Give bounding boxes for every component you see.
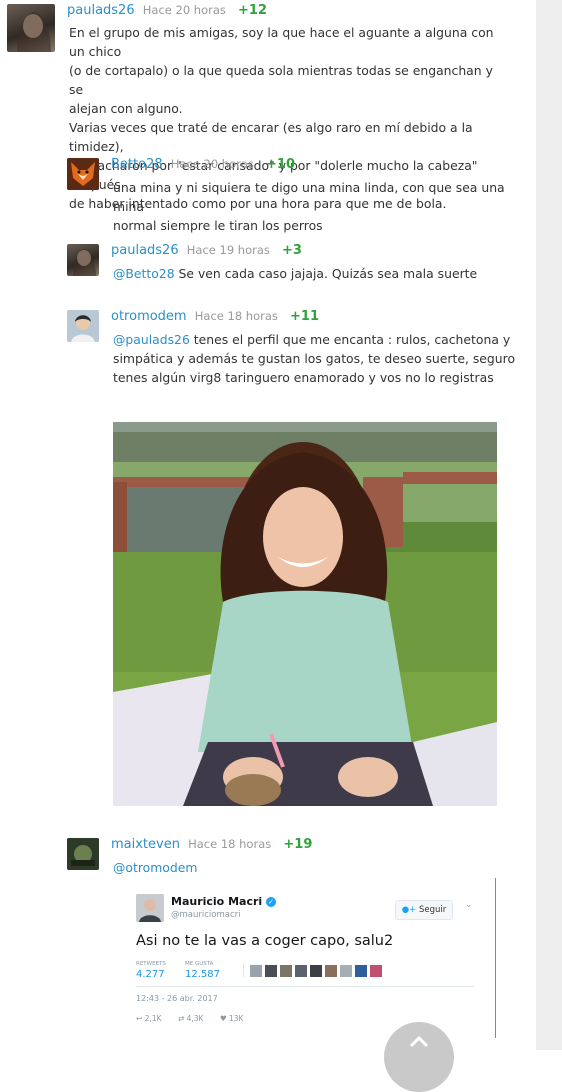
avatar[interactable] [67,158,99,190]
like-heart-icon[interactable]: ♥ [220,1014,227,1023]
comment-line: @paulads26 tenes el perfil que me encant… [113,330,523,349]
photo-girl-in-park [113,422,497,806]
tweet-text: Asi no te la vas a coger capo, salu2 [136,933,394,949]
tweet-retweets-label: RETWEETS [136,961,166,967]
retweet-count: 4,3K [186,1014,204,1023]
comment-line: tenes algún virg8 taringuero enamorado y… [113,370,494,385]
tweet-retweets-count: 4.277 [136,969,165,980]
comment-time: Hace 20 horas [142,3,226,17]
comment-meta: paulads26 Hace 19 horas +3 [111,243,302,258]
vote-count: +12 [238,3,268,18]
avatar-photo-icon [73,249,96,276]
comment-text: Se ven cada caso jajaja. Quizás sea mala… [174,266,478,281]
comment-meta: paulads26 Hace 20 horas +12 [67,3,267,18]
comment-time: Hace 20 horas [170,157,254,171]
comment-time: Hace 18 horas [194,309,278,323]
tweet-handle: @mauriciomacri [171,910,241,920]
comment-line: una mina y ni siquiera te digo una mina … [113,180,505,214]
mention-link[interactable]: @paulads26 [113,332,190,347]
comment-line: simpática y además te gustan los gatos, … [113,351,516,366]
avatar[interactable] [67,244,99,276]
follow-button[interactable]: ●+ Seguir [395,900,453,920]
liker-avatar-icons [250,965,382,977]
avatar[interactable] [67,838,99,870]
avatar-photo-icon [67,310,99,342]
embedded-tweet[interactable]: Mauricio Macri ✓ @mauriciomacri ●+ Segui… [125,878,497,1038]
retweet-icon[interactable]: ⇄ [178,1014,184,1023]
username-link[interactable]: paulads26 [111,243,179,258]
vote-count: +19 [283,837,313,852]
comment-body: @Betto28 Se ven cada caso jajaja. Quizás… [113,264,513,283]
comment-line: En el grupo de mis amigas, soy la que ha… [69,25,494,59]
tweet-menu-chevron-icon[interactable]: ⌄ [465,900,473,910]
comment-meta: otromodem Hace 18 horas +11 [111,309,319,324]
username-link[interactable]: otromodem [111,309,187,324]
verified-icon: ✓ [266,897,277,907]
mention-link[interactable]: @Betto28 [113,266,175,281]
comment-time: Hace 18 horas [188,837,272,851]
comment-body: @otromodem [113,858,513,877]
comment-text: tenes el perfil que me encanta : rulos, … [189,332,511,347]
mention-link[interactable]: @otromodem [113,860,197,875]
comment-body: una mina y ni siquiera te digo una mina … [113,178,513,235]
tweet-likes-label: ME GUSTA [185,961,214,967]
tweet-actions: ↩ 2,1K ⇄ 4,3K ♥ 13K [136,1014,243,1023]
comment-body: @paulads26 tenes el perfil que me encant… [113,330,523,387]
tweet-author-name: Mauricio Macri ✓ [171,895,277,908]
comment-meta: Betto28 Hace 20 horas +10 [111,157,295,172]
username-link[interactable]: paulads26 [67,3,135,18]
reply-icon[interactable]: ↩ [136,1014,142,1023]
tweet-border [495,878,496,1038]
username-link[interactable]: maixteven [111,837,180,852]
vote-count: +10 [266,157,296,172]
tweet-avatar [136,894,164,922]
tweet-name: Mauricio Macri [171,895,263,908]
comment-line: (o de cortapalo) o la que queda sola mie… [69,63,493,97]
username-link[interactable]: Betto28 [111,157,163,172]
like-count: 13K [229,1014,244,1023]
comment-line: Varias veces que traté de encarar (es al… [69,120,473,154]
follow-label: Seguir [418,905,447,915]
tweet-likes-count: 12.587 [185,969,220,980]
follow-person-icon: ●+ [401,905,417,915]
comment-photo[interactable] [113,422,497,806]
person-avatar-icon [136,894,164,922]
comment-time: Hace 19 horas [186,243,270,257]
avatar[interactable] [67,310,99,342]
avatar-photo-icon [67,838,99,870]
tweet-timestamp[interactable]: 12:43 - 26 abr. 2017 [136,994,218,1003]
comment-line: normal siempre le tiran los perros [113,218,323,233]
page-side-strip [536,0,562,1050]
comment-meta: maixteven Hace 18 horas +19 [111,837,312,852]
avatar-photo-icon [17,12,51,52]
scroll-to-top-button[interactable] [384,1022,454,1092]
vote-count: +11 [290,309,320,324]
likers-avatars [243,963,408,977]
tweet-stats-divider [136,986,474,987]
fox-avatar-icon [67,158,99,190]
avatar[interactable] [7,4,55,52]
vote-count: +3 [282,243,302,258]
chevron-up-icon [409,1035,429,1048]
comment-line: alejan con alguno. [69,101,183,116]
reply-count: 2,1K [144,1014,162,1023]
